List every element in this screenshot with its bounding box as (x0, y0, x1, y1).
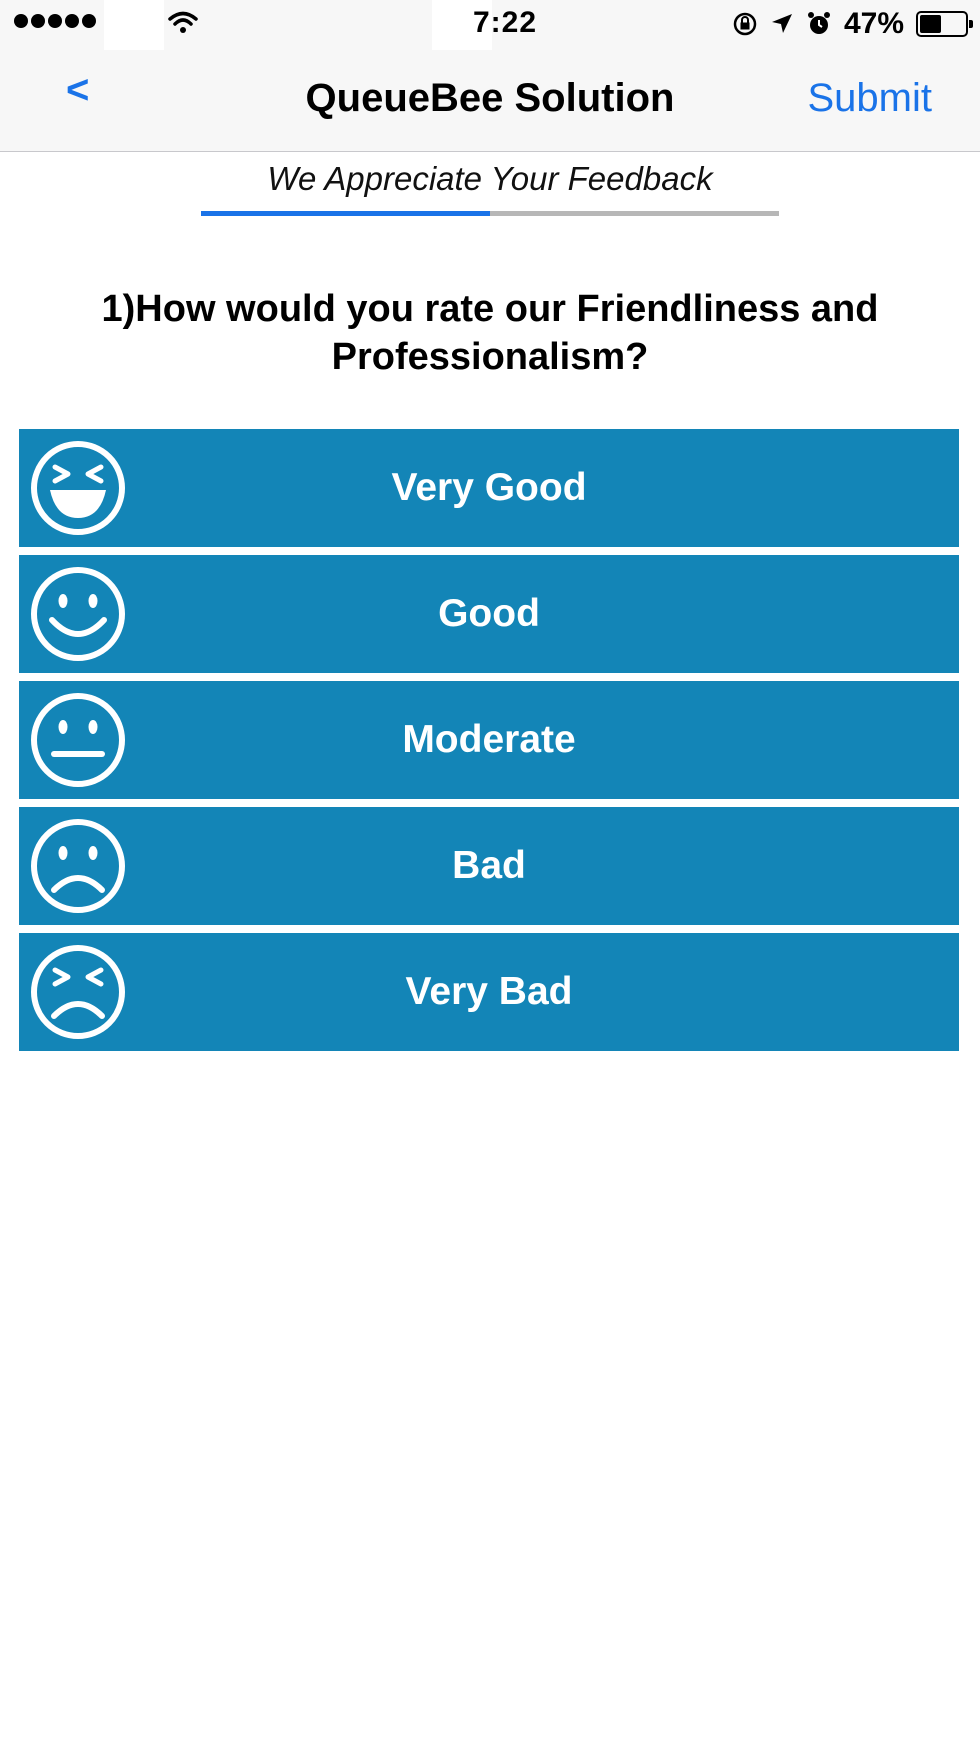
status-time: 7:22 (472, 6, 538, 39)
option-moderate[interactable]: Moderate (19, 681, 959, 799)
option-very-good[interactable]: Very Good (19, 429, 959, 547)
alarm-icon (807, 12, 830, 34)
battery-fill (920, 15, 941, 33)
orientation-lock-icon (733, 12, 757, 36)
option-bad[interactable]: Bad (19, 807, 959, 925)
status-icons: 47% (732, 7, 973, 41)
question-text: 1)How would you rate our Friendliness an… (101, 288, 879, 378)
battery-percent: 47% (843, 7, 904, 40)
submit-button[interactable]: Submit (808, 76, 933, 121)
wifi-icon (168, 11, 198, 33)
survey-progress-bar (201, 211, 779, 216)
smiling-face-icon (31, 567, 125, 661)
option-label: Bad (452, 844, 526, 887)
feedback-header: We Appreciate Your Feedback (267, 160, 713, 197)
laughing-face-icon (31, 441, 125, 535)
battery-icon (916, 11, 973, 37)
option-label: Very Good (391, 466, 587, 509)
navigation-bar: < QueueBee Solution Submit (0, 50, 980, 152)
upset-face-icon (31, 945, 125, 1039)
option-label: Moderate (402, 718, 576, 761)
option-label: Very Bad (405, 970, 573, 1013)
location-arrow-icon (771, 14, 792, 33)
survey-progress-fill (201, 211, 490, 216)
neutral-face-icon (31, 693, 125, 787)
option-very-bad[interactable]: Very Bad (19, 933, 959, 1051)
sad-face-icon (31, 819, 125, 913)
status-bar: 7:22 47% (0, 0, 980, 58)
cell-signal-icon (14, 14, 96, 28)
option-good[interactable]: Good (19, 555, 959, 673)
option-label: Good (438, 592, 540, 635)
rating-options: Very Good Good Moderate Bad Very Bad (19, 429, 959, 1059)
